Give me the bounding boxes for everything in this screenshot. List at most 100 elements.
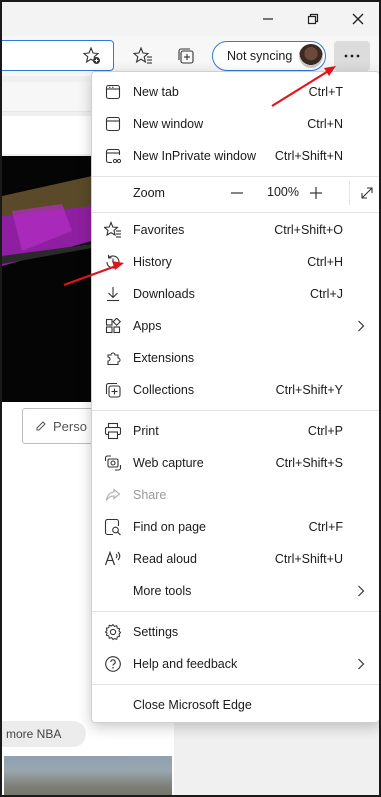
add-favorite-icon[interactable] [82, 46, 102, 66]
menu-item-favorites[interactable]: Favorites Ctrl+Shift+O [92, 214, 379, 246]
page-white-band [2, 116, 92, 154]
new-window-icon [104, 115, 122, 133]
menu-item-label: Print [133, 424, 159, 438]
menu-separator [92, 611, 379, 612]
menu-item-extensions[interactable]: Extensions [92, 342, 379, 374]
collections-icon[interactable] [174, 44, 198, 68]
history-icon [104, 253, 122, 271]
menu-item-shortcut: Ctrl+H [307, 255, 343, 269]
share-icon [104, 486, 122, 504]
inprivate-icon [104, 147, 122, 165]
menu-item-more-tools[interactable]: More tools [92, 575, 379, 607]
restore-icon[interactable] [301, 8, 325, 30]
downloads-icon [104, 285, 122, 303]
zoom-out-icon[interactable] [228, 184, 246, 202]
new-tab-icon [104, 83, 122, 101]
menu-item-label: Favorites [133, 223, 185, 237]
aerial-image [4, 756, 172, 795]
menu-item-new-tab[interactable]: New tab Ctrl+T [92, 76, 379, 108]
more-options-icon [344, 54, 360, 58]
pencil-icon [36, 421, 46, 431]
personalize-label: Perso [53, 418, 87, 434]
menu-item-read-aloud[interactable]: Read aloud Ctrl+Shift+U [92, 543, 379, 575]
menu-item-share: Share [92, 479, 379, 511]
menu-item-label: New tab [133, 85, 179, 99]
minimize-icon[interactable] [256, 8, 280, 30]
menu-item-apps[interactable]: Apps [92, 310, 379, 342]
more-nba-link[interactable]: more NBA [2, 721, 86, 747]
profile-sync-button[interactable]: Not syncing [212, 41, 326, 71]
menu-item-label: Web capture [133, 456, 204, 470]
fullscreen-icon[interactable] [358, 184, 376, 202]
read-aloud-icon [104, 550, 122, 568]
menu-item-label: Read aloud [133, 552, 197, 566]
favorites-icon [104, 221, 122, 239]
menu-item-label: Downloads [133, 287, 195, 301]
help-icon [104, 655, 122, 673]
menu-item-label: Zoom [133, 186, 165, 200]
zoom-level: 100% [267, 185, 299, 199]
menu-item-shortcut: Ctrl+N [307, 117, 343, 131]
menu-item-settings[interactable]: Settings [92, 616, 379, 648]
menu-item-find-on-page[interactable]: Find on page Ctrl+F [92, 511, 379, 543]
find-icon [104, 518, 122, 536]
browser-window: Not syncing Perso more NBA New tab Ctrl+… [0, 0, 381, 797]
apps-icon [104, 317, 122, 335]
menu-item-help-and-feedback[interactable]: Help and feedback [92, 648, 379, 680]
menu-item-shortcut: Ctrl+P [307, 424, 343, 438]
menu-item-label: Help and feedback [133, 657, 238, 671]
chevron-right-icon [355, 656, 367, 672]
menu-item-shortcut: Ctrl+Shift+U [274, 552, 343, 566]
collections-icon [104, 381, 122, 399]
extensions-icon [104, 349, 122, 367]
menu-item-web-capture[interactable]: Web capture Ctrl+Shift+S [92, 447, 379, 479]
menu-item-zoom: Zoom 100% [92, 177, 379, 209]
menu-separator [92, 684, 379, 685]
menu-item-label: Extensions [133, 351, 195, 365]
menu-item-downloads[interactable]: Downloads Ctrl+J [92, 278, 379, 310]
web-capture-icon [104, 454, 122, 472]
menu-item-label: Collections [133, 383, 195, 397]
settings-icon [104, 623, 122, 641]
sync-status-label: Not syncing [227, 49, 293, 63]
more-options-button[interactable] [334, 41, 370, 71]
menu-item-label: New InPrivate window [133, 149, 256, 163]
close-icon[interactable] [346, 8, 370, 30]
menu-item-history[interactable]: History Ctrl+H [92, 246, 379, 278]
print-icon [104, 422, 122, 440]
menu-item-label: New window [133, 117, 204, 131]
menu-separator [92, 410, 379, 411]
menu-item-label: Close Microsoft Edge [133, 698, 252, 712]
hero-image [2, 156, 92, 402]
menu-item-new-inprivate-window[interactable]: New InPrivate window Ctrl+Shift+N [92, 140, 379, 172]
menu-item-shortcut: Ctrl+J [310, 287, 343, 301]
chevron-right-icon [355, 318, 367, 334]
menu-item-shortcut: Ctrl+Shift+O [274, 223, 343, 237]
toolbar: Not syncing [2, 36, 379, 76]
menu-item-label: History [133, 255, 172, 269]
menu-item-label: More tools [133, 584, 192, 598]
zoom-controls: 100% [228, 177, 378, 209]
menu-item-label: Settings [133, 625, 179, 639]
page-header-strip [2, 82, 92, 112]
menu-item-close-microsoft-edge[interactable]: Close Microsoft Edge [92, 689, 379, 721]
nba-pill-label: more NBA [6, 727, 62, 741]
menu-item-shortcut: Ctrl+F [308, 520, 343, 534]
address-bar[interactable] [2, 40, 114, 71]
zoom-in-icon[interactable] [307, 184, 325, 202]
chevron-right-icon [355, 583, 367, 599]
menu-item-label: Share [133, 488, 167, 502]
menu-item-shortcut: Ctrl+Shift+S [275, 456, 343, 470]
menu-item-new-window[interactable]: New window Ctrl+N [92, 108, 379, 140]
avatar [299, 44, 323, 68]
favorites-icon[interactable] [131, 44, 155, 68]
menu-item-label: Apps [133, 319, 162, 333]
menu-separator [92, 212, 379, 213]
menu-item-collections[interactable]: Collections Ctrl+Shift+Y [92, 374, 379, 406]
menu-item-shortcut: Ctrl+Shift+Y [275, 383, 343, 397]
menu-item-shortcut: Ctrl+T [308, 85, 343, 99]
title-bar [2, 2, 379, 36]
menu-item-print[interactable]: Print Ctrl+P [92, 415, 379, 447]
zoom-divider [349, 181, 350, 205]
menu-item-shortcut: Ctrl+Shift+N [274, 149, 343, 163]
